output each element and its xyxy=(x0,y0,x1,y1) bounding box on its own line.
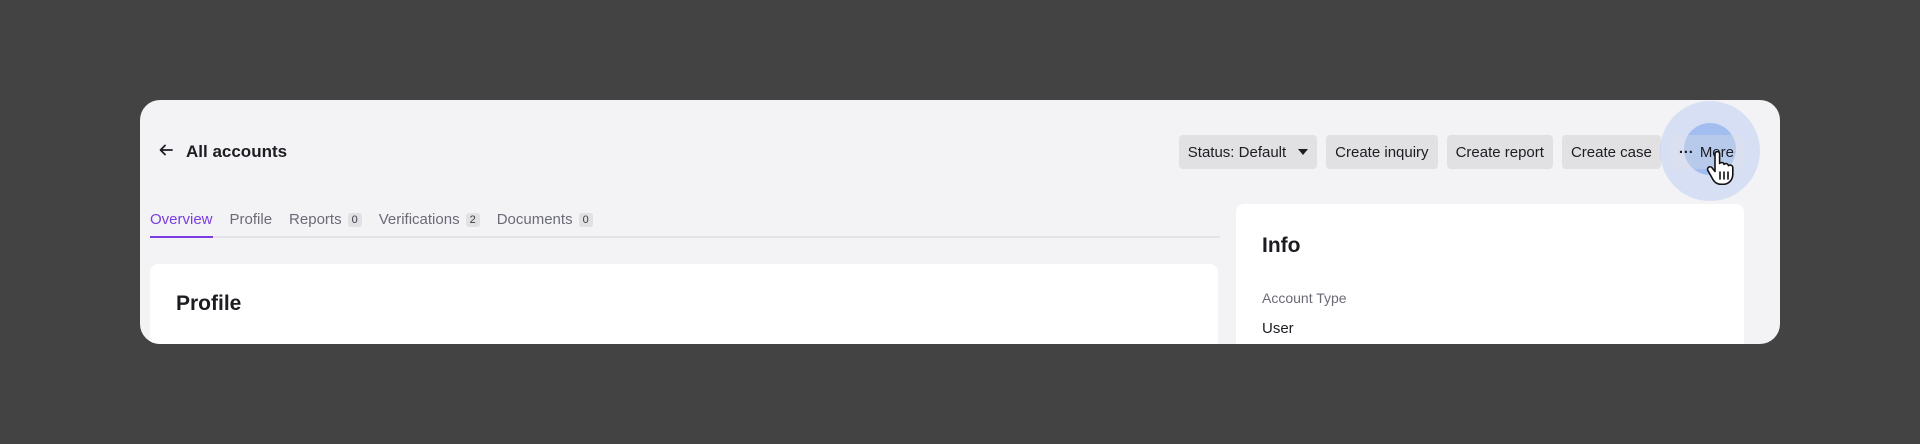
create-inquiry-button[interactable]: Create inquiry xyxy=(1326,135,1438,169)
tab-label: Overview xyxy=(150,211,213,228)
profile-card: Profile xyxy=(150,264,1218,344)
arrow-left-icon xyxy=(158,142,174,163)
status-label: Status: Default xyxy=(1187,143,1287,161)
tab-bar: Overview Profile Reports 0 Verifications… xyxy=(150,208,1220,238)
status-dropdown[interactable]: Status: Default xyxy=(1178,135,1318,169)
more-button-wrap: ··· More xyxy=(1659,101,1760,201)
tab-verifications[interactable]: Verifications 2 xyxy=(379,208,480,238)
app-window: All accounts Status: Default Create inqu… xyxy=(140,100,1780,344)
info-panel: Info Account Type User xyxy=(1236,204,1744,344)
tab-label: Verifications xyxy=(378,211,460,228)
tab-documents[interactable]: Documents 0 xyxy=(497,208,593,238)
action-toolbar: Status: Default Create inquiry Create re… xyxy=(1178,101,1760,201)
account-type-value: User xyxy=(1262,320,1294,337)
create-case-button[interactable]: Create case xyxy=(1561,135,1661,169)
tab-label: Profile xyxy=(229,211,273,228)
tab-reports[interactable]: Reports 0 xyxy=(289,208,362,238)
count-badge: 2 xyxy=(465,213,480,227)
hand-pointer-icon xyxy=(1706,151,1734,185)
tab-label: Documents xyxy=(496,211,573,228)
profile-title: Profile xyxy=(176,292,242,315)
ellipsis-icon: ··· xyxy=(1678,143,1694,161)
count-badge: 0 xyxy=(578,213,593,227)
tab-overview[interactable]: Overview xyxy=(150,208,213,238)
count-badge: 0 xyxy=(347,213,362,227)
info-title: Info xyxy=(1262,234,1301,257)
back-link[interactable]: All accounts xyxy=(158,140,287,164)
tab-profile[interactable]: Profile xyxy=(230,208,273,238)
caret-down-icon xyxy=(1298,149,1309,155)
create-report-button[interactable]: Create report xyxy=(1446,135,1553,169)
back-label: All accounts xyxy=(186,142,288,161)
account-type-label: Account Type xyxy=(1262,290,1347,306)
tab-label: Reports xyxy=(289,211,342,228)
